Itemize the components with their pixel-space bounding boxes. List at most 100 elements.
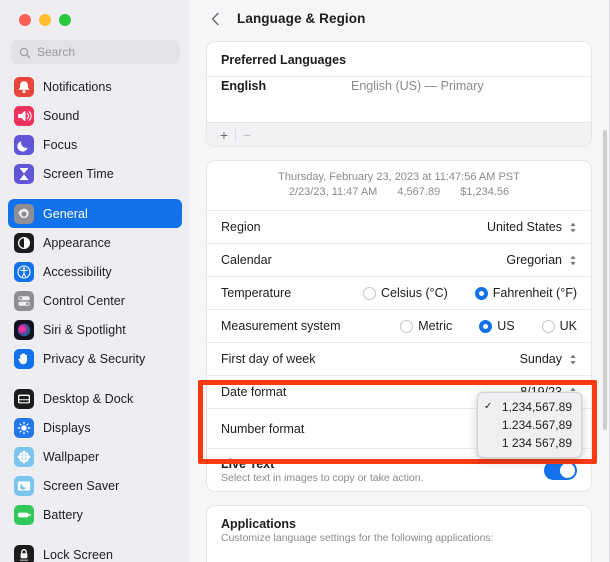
search-input[interactable]: [37, 45, 172, 59]
sidebar-item-screen-saver[interactable]: Screen Saver: [8, 471, 182, 500]
sidebar-item-label: Accessibility: [43, 265, 112, 279]
first-day-popup[interactable]: Sunday: [520, 352, 577, 366]
search-box[interactable]: [11, 40, 180, 64]
battery-icon: [14, 505, 34, 525]
applications-header: Applications Customize language settings…: [207, 506, 591, 547]
sidebar-item-siri-spotlight[interactable]: Siri & Spotlight: [8, 315, 182, 344]
sidebar-item-privacy-security[interactable]: Privacy & Security: [8, 344, 182, 373]
sidebar-item-label: Notifications: [43, 80, 112, 94]
row-measurement-system: Measurement system Metric US: [207, 309, 591, 342]
radio-label: UK: [560, 319, 577, 333]
screen-saver-icon: [14, 476, 34, 496]
calendar-popup[interactable]: Gregorian: [506, 253, 577, 267]
search-icon: [19, 46, 31, 58]
preview-currency: $1,234.56: [460, 186, 509, 198]
lock-screen-icon: [14, 545, 34, 562]
live-text-texts: Live Text Select text in images to copy …: [221, 457, 424, 484]
radio-button[interactable]: [400, 320, 413, 333]
sidebar-group-divider: [8, 188, 182, 199]
sidebar-item-notifications[interactable]: Notifications: [8, 72, 182, 101]
language-detail: English (US) — Primary: [351, 77, 484, 93]
radio-button[interactable]: [363, 287, 376, 300]
row-label: Date format: [221, 385, 286, 399]
sidebar-item-label: Privacy & Security: [43, 352, 145, 366]
calendar-value: Gregorian: [506, 253, 562, 267]
zoom-button[interactable]: [59, 14, 71, 26]
menu-item-number-format-1[interactable]: 1.234.567,89: [478, 416, 581, 434]
language-name: English: [221, 77, 351, 93]
close-button[interactable]: [19, 14, 31, 26]
siri-icon: [14, 320, 34, 340]
general-icon: [14, 204, 34, 224]
sidebar-item-label: Appearance: [43, 236, 111, 250]
sidebar-item-battery[interactable]: Battery: [8, 500, 182, 529]
row-label: First day of week: [221, 352, 315, 366]
language-row[interactable]: English English (US) — Primary: [207, 76, 591, 122]
radio-button[interactable]: [479, 320, 492, 333]
sidebar-item-screen-time[interactable]: Screen Time: [8, 159, 182, 188]
remove-language-button[interactable]: −: [236, 124, 258, 146]
applications-subtitle: Customize language settings for the foll…: [221, 532, 577, 544]
window-controls: [0, 0, 190, 36]
appearance-icon: [14, 233, 34, 253]
number-format-menu[interactable]: ✓ 1,234,567.89 1.234.567,89 1 234 567,89: [477, 392, 582, 458]
screen-time-icon: [14, 164, 34, 184]
sidebar: Notifications Sound Fo: [0, 0, 190, 562]
preferred-languages-heading: Preferred Languages: [207, 42, 591, 76]
row-label: Region: [221, 220, 261, 234]
preview-short-date: 2/23/23, 11:47 AM: [289, 186, 377, 198]
radio-label: Celsius (°C): [381, 286, 448, 300]
menu-item-number-format-2[interactable]: 1 234 567,89: [478, 434, 581, 452]
region-popup[interactable]: United States: [487, 220, 577, 234]
search-container: [0, 36, 190, 70]
radio-button[interactable]: [542, 320, 555, 333]
radio-button[interactable]: [475, 287, 488, 300]
temperature-radio-group: Celsius (°C) Fahrenheit (°F): [363, 286, 577, 300]
wallpaper-icon: [14, 447, 34, 467]
row-first-day-of-week[interactable]: First day of week Sunday: [207, 342, 591, 375]
applications-list: [207, 547, 591, 562]
chevron-updown-icon: [569, 255, 577, 266]
row-calendar[interactable]: Calendar Gregorian: [207, 243, 591, 276]
measurement-option-uk[interactable]: UK: [542, 319, 577, 333]
accessibility-icon: [14, 262, 34, 282]
measurement-option-metric[interactable]: Metric: [400, 319, 452, 333]
region-value: United States: [487, 220, 562, 234]
vertical-scrollbar[interactable]: [603, 130, 607, 430]
main-panel: Language & Region Preferred Languages En…: [190, 0, 610, 562]
temperature-option-fahrenheit[interactable]: Fahrenheit (°F): [475, 286, 577, 300]
chevron-updown-icon: [569, 354, 577, 365]
sidebar-item-lock-screen[interactable]: Lock Screen: [8, 540, 182, 562]
row-label: Temperature: [221, 286, 291, 300]
sidebar-item-label: Screen Saver: [43, 479, 119, 493]
sidebar-item-desktop-dock[interactable]: Desktop & Dock: [8, 384, 182, 413]
displays-icon: [14, 418, 34, 438]
menu-item-number-format-0[interactable]: ✓ 1,234,567.89: [478, 398, 581, 416]
chevron-updown-icon: [569, 222, 577, 233]
sidebar-item-control-center[interactable]: Control Center: [8, 286, 182, 315]
sidebar-item-label: General: [43, 207, 88, 221]
sidebar-item-label: Desktop & Dock: [43, 392, 133, 406]
sidebar-item-wallpaper[interactable]: Wallpaper: [8, 442, 182, 471]
back-button[interactable]: [203, 8, 227, 30]
sidebar-item-displays[interactable]: Displays: [8, 413, 182, 442]
measurement-option-us[interactable]: US: [479, 319, 514, 333]
minimize-button[interactable]: [39, 14, 51, 26]
sidebar-item-accessibility[interactable]: Accessibility: [8, 257, 182, 286]
notifications-icon: [14, 77, 34, 97]
temperature-option-celsius[interactable]: Celsius (°C): [363, 286, 448, 300]
sidebar-item-general[interactable]: General: [8, 199, 182, 228]
measurement-radio-group: Metric US UK: [400, 319, 577, 333]
sidebar-item-appearance[interactable]: Appearance: [8, 228, 182, 257]
row-label: Calendar: [221, 253, 272, 267]
preferred-languages-card: Preferred Languages English English (US)…: [206, 41, 592, 147]
row-temperature: Temperature Celsius (°C) Fahrenheit (°F): [207, 276, 591, 309]
row-region[interactable]: Region United States: [207, 210, 591, 243]
sidebar-item-sound[interactable]: Sound: [8, 101, 182, 130]
applications-title: Applications: [221, 517, 577, 531]
add-language-button[interactable]: +: [213, 124, 235, 146]
live-text-toggle[interactable]: [544, 461, 577, 480]
radio-label: Metric: [418, 319, 452, 333]
live-text-subtitle: Select text in images to copy or take ac…: [221, 472, 424, 484]
sidebar-item-focus[interactable]: Focus: [8, 130, 182, 159]
